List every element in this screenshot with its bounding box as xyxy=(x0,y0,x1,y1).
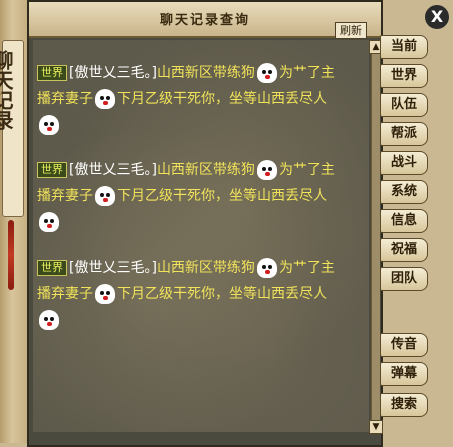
rabbit-emote-icon xyxy=(256,160,277,180)
scroll-down-icon[interactable]: ▼ xyxy=(369,420,383,434)
tab-group[interactable]: 团队 xyxy=(380,267,428,291)
tab-blessing[interactable]: 祝福 xyxy=(380,238,428,262)
channel-badge[interactable]: 世界 xyxy=(37,260,67,276)
channel-badge[interactable]: 世界 xyxy=(37,65,67,81)
message-text: 播弃妻子 xyxy=(37,188,93,204)
message-text: 为艹了主 xyxy=(278,260,335,276)
channel-badge[interactable]: 世界 xyxy=(37,162,67,178)
message-text: 播弃妻子 xyxy=(37,91,93,107)
rabbit-emote-icon xyxy=(95,186,115,206)
rabbit-emote-icon xyxy=(256,258,277,278)
rabbit-emote-icon xyxy=(256,63,277,83)
message-text: 下月乙级干死你，坐等山西丢尽人 xyxy=(117,188,327,204)
refresh-button[interactable]: 刷新 xyxy=(335,22,367,39)
window-title: 聊天记录查询 xyxy=(159,13,250,28)
tab-info[interactable]: 信息 xyxy=(380,209,428,233)
tab-world[interactable]: 世界 xyxy=(380,64,428,88)
message-text: 山西新区带练狗 xyxy=(156,65,255,81)
sender-name[interactable]: [傲世乂三毛。] xyxy=(69,260,157,276)
message-text: 为艹了主 xyxy=(278,162,335,178)
message-text: 下月乙级干死你，坐等山西丢尽人 xyxy=(117,286,327,302)
scroll-title-text: 聊天记录 xyxy=(0,50,14,130)
tab-system[interactable]: 系统 xyxy=(380,180,428,204)
title-bar: 聊天记录查询 刷新 xyxy=(29,2,381,39)
message-text: 山西新区带练狗 xyxy=(156,260,255,276)
chat-message: 世界 [傲世乂三毛。]山西新区带练狗 为艹了主 播弃妻子 下月乙级干死你，坐等山西丢尽… xyxy=(37,255,367,333)
tab-danmaku[interactable]: 弹幕 xyxy=(380,362,428,386)
rabbit-emote-icon xyxy=(39,310,59,330)
rabbit-emote-icon xyxy=(95,284,115,304)
sender-name[interactable]: [傲世乂三毛。] xyxy=(69,162,157,178)
message-text: 下月乙级干死你，坐等山西丢尽人 xyxy=(117,91,327,107)
rabbit-emote-icon xyxy=(95,89,115,109)
tab-search[interactable]: 搜索 xyxy=(380,393,428,417)
message-text: 山西新区带练狗 xyxy=(156,162,255,178)
chat-history-window: 聊天记录查询 刷新 世界 [傲世乂三毛。]山西新区带练狗 为艹了主 播弃妻子 下月乙级… xyxy=(27,0,383,447)
tab-team[interactable]: 队伍 xyxy=(380,93,428,117)
chat-scrollbar[interactable] xyxy=(371,40,380,432)
close-icon[interactable]: X xyxy=(425,5,449,29)
rabbit-emote-icon xyxy=(39,115,59,135)
message-text: 播弃妻子 xyxy=(37,286,93,302)
tassel-ornament xyxy=(8,220,14,290)
sender-name[interactable]: [傲世乂三毛。] xyxy=(69,65,157,81)
rabbit-emote-icon xyxy=(39,212,59,232)
tab-current[interactable]: 当前 xyxy=(380,35,428,59)
chat-log-area: 世界 [傲世乂三毛。]山西新区带练狗 为艹了主 播弃妻子 下月乙级干死你，坐等山西丢尽… xyxy=(33,40,369,432)
tab-whisper[interactable]: 传音 xyxy=(380,333,428,357)
tab-guild[interactable]: 帮派 xyxy=(380,122,428,146)
chat-message: 世界 [傲世乂三毛。]山西新区带练狗 为艹了主 播弃妻子 下月乙级干死你，坐等山西丢尽… xyxy=(37,157,367,235)
tab-battle[interactable]: 战斗 xyxy=(380,151,428,175)
message-text: 为艹了主 xyxy=(278,65,335,81)
chat-message: 世界 [傲世乂三毛。]山西新区带练狗 为艹了主 播弃妻子 下月乙级干死你，坐等山西丢尽… xyxy=(37,60,367,138)
